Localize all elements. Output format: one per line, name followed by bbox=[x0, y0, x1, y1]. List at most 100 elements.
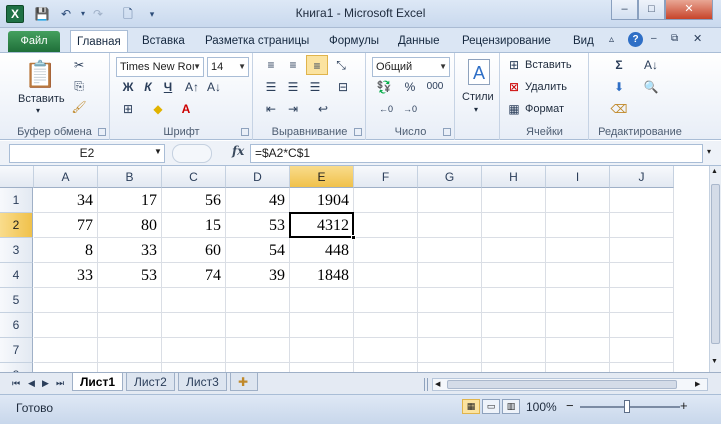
page-layout-view-icon[interactable]: ▭ bbox=[482, 399, 500, 414]
column-header-a[interactable]: A bbox=[34, 166, 98, 188]
font-launcher-icon[interactable] bbox=[241, 128, 249, 136]
cell-g5[interactable] bbox=[418, 288, 482, 313]
format-cells-button[interactable]: Формат bbox=[525, 103, 564, 115]
tab-insert[interactable]: Вставка bbox=[136, 30, 191, 52]
cell-b6[interactable] bbox=[98, 313, 162, 338]
cell-e2[interactable]: 4312 bbox=[290, 213, 354, 238]
tab-data[interactable]: Данные bbox=[392, 30, 446, 52]
row-header-4[interactable]: 4 bbox=[0, 263, 33, 288]
cell-d4[interactable]: 39 bbox=[226, 263, 290, 288]
autosum-button[interactable]: Σ bbox=[610, 57, 628, 73]
thousands-button[interactable]: 000 bbox=[423, 79, 447, 95]
cell-h7[interactable] bbox=[482, 338, 546, 363]
paste-dropdown-icon[interactable]: ▾ bbox=[36, 106, 40, 115]
grow-font-icon[interactable]: A↑ bbox=[183, 79, 201, 95]
cell-a7[interactable] bbox=[34, 338, 98, 363]
scroll-down-icon[interactable]: ▼ bbox=[711, 358, 718, 365]
align-center-icon[interactable]: ☰ bbox=[284, 79, 302, 95]
cell-g7[interactable] bbox=[418, 338, 482, 363]
cell-d3[interactable]: 54 bbox=[226, 238, 290, 263]
row-header-1[interactable]: 1 bbox=[0, 188, 33, 213]
cell-j8[interactable] bbox=[610, 363, 674, 372]
cell-i2[interactable] bbox=[546, 213, 610, 238]
cell-i1[interactable] bbox=[546, 188, 610, 213]
cell-f6[interactable] bbox=[354, 313, 418, 338]
expand-formula-icon[interactable]: ▾ bbox=[707, 147, 711, 156]
merge-center-icon[interactable]: ⊟ bbox=[334, 79, 352, 95]
styles-dropdown-icon[interactable]: ▾ bbox=[474, 105, 478, 114]
cell-j5[interactable] bbox=[610, 288, 674, 313]
cell-f7[interactable] bbox=[354, 338, 418, 363]
name-box[interactable]: E2 bbox=[9, 144, 165, 163]
cell-a2[interactable]: 77 bbox=[34, 213, 98, 238]
cell-d2[interactable]: 53 bbox=[226, 213, 290, 238]
cell-d6[interactable] bbox=[226, 313, 290, 338]
cell-f2[interactable] bbox=[354, 213, 418, 238]
cell-h6[interactable] bbox=[482, 313, 546, 338]
delete-cells-icon[interactable]: ⊠ bbox=[505, 79, 523, 95]
last-sheet-icon[interactable]: ⏭ bbox=[56, 378, 64, 389]
page-break-view-icon[interactable]: ▥ bbox=[502, 399, 520, 414]
format-cells-icon[interactable]: ▦ bbox=[505, 101, 523, 117]
cell-j1[interactable] bbox=[610, 188, 674, 213]
zoom-out-button[interactable]: − bbox=[566, 398, 574, 413]
cell-a6[interactable] bbox=[34, 313, 98, 338]
styles-button[interactable]: Стили bbox=[462, 91, 494, 103]
cell-a3[interactable]: 8 bbox=[34, 238, 98, 263]
font-size-combo[interactable]: 14 ▼ bbox=[207, 57, 249, 77]
column-header-f[interactable]: F bbox=[354, 166, 418, 188]
tab-page-layout[interactable]: Разметка страницы bbox=[199, 30, 315, 52]
cell-c8[interactable] bbox=[162, 363, 226, 372]
cell-c2[interactable]: 15 bbox=[162, 213, 226, 238]
currency-icon[interactable]: 💱 bbox=[375, 79, 393, 95]
formula-input[interactable]: =$A2*C$1 bbox=[250, 144, 703, 163]
tab-review[interactable]: Рецензирование bbox=[456, 30, 557, 52]
cell-g8[interactable] bbox=[418, 363, 482, 372]
cell-e7[interactable] bbox=[290, 338, 354, 363]
cell-h8[interactable] bbox=[482, 363, 546, 372]
cell-b1[interactable]: 17 bbox=[98, 188, 162, 213]
number-format-combo[interactable]: Общий ▼ bbox=[372, 57, 450, 77]
cell-i6[interactable] bbox=[546, 313, 610, 338]
column-header-j[interactable]: J bbox=[610, 166, 674, 188]
clipboard-launcher-icon[interactable] bbox=[98, 128, 106, 136]
cell-i8[interactable] bbox=[546, 363, 610, 372]
cell-i3[interactable] bbox=[546, 238, 610, 263]
cell-b2[interactable]: 80 bbox=[98, 213, 162, 238]
increase-decimal-icon[interactable]: ←0 bbox=[377, 101, 395, 117]
underline-button[interactable]: Ч bbox=[159, 79, 177, 95]
font-name-combo[interactable]: Times New Roı ▼ bbox=[116, 57, 204, 77]
cell-g6[interactable] bbox=[418, 313, 482, 338]
row-header-6[interactable]: 6 bbox=[0, 313, 33, 338]
scroll-right-icon[interactable]: ▶ bbox=[695, 380, 700, 388]
align-bottom-icon[interactable]: ≡ bbox=[306, 55, 328, 75]
cell-g1[interactable] bbox=[418, 188, 482, 213]
cut-icon[interactable]: ✂ bbox=[70, 57, 88, 73]
cell-j7[interactable] bbox=[610, 338, 674, 363]
cell-j2[interactable] bbox=[610, 213, 674, 238]
align-right-icon[interactable]: ☰ bbox=[306, 79, 324, 95]
column-header-e[interactable]: E bbox=[290, 166, 354, 188]
decrease-decimal-icon[interactable]: →0 bbox=[401, 101, 419, 117]
cell-a4[interactable]: 33 bbox=[34, 263, 98, 288]
cell-e3[interactable]: 448 bbox=[290, 238, 354, 263]
cell-d1[interactable]: 49 bbox=[226, 188, 290, 213]
cell-f3[interactable] bbox=[354, 238, 418, 263]
zoom-in-button[interactable]: + bbox=[680, 398, 688, 413]
cell-f4[interactable] bbox=[354, 263, 418, 288]
clear-icon[interactable]: ⌫ bbox=[610, 101, 628, 117]
paste-button[interactable]: Вставить bbox=[18, 93, 65, 105]
alignment-launcher-icon[interactable] bbox=[354, 128, 362, 136]
row-header-3[interactable]: 3 bbox=[0, 238, 33, 263]
cell-c1[interactable]: 56 bbox=[162, 188, 226, 213]
column-header-g[interactable]: G bbox=[418, 166, 482, 188]
tab-file[interactable]: Файл bbox=[8, 31, 60, 52]
number-launcher-icon[interactable] bbox=[443, 128, 451, 136]
insert-cells-button[interactable]: Вставить bbox=[525, 59, 572, 71]
cell-d5[interactable] bbox=[226, 288, 290, 313]
workbook-close-icon[interactable]: ✕ bbox=[693, 32, 702, 45]
cell-g4[interactable] bbox=[418, 263, 482, 288]
cell-a8[interactable] bbox=[34, 363, 98, 372]
row-header-5[interactable]: 5 bbox=[0, 288, 33, 313]
insert-cells-icon[interactable]: ⊞ bbox=[505, 57, 523, 73]
